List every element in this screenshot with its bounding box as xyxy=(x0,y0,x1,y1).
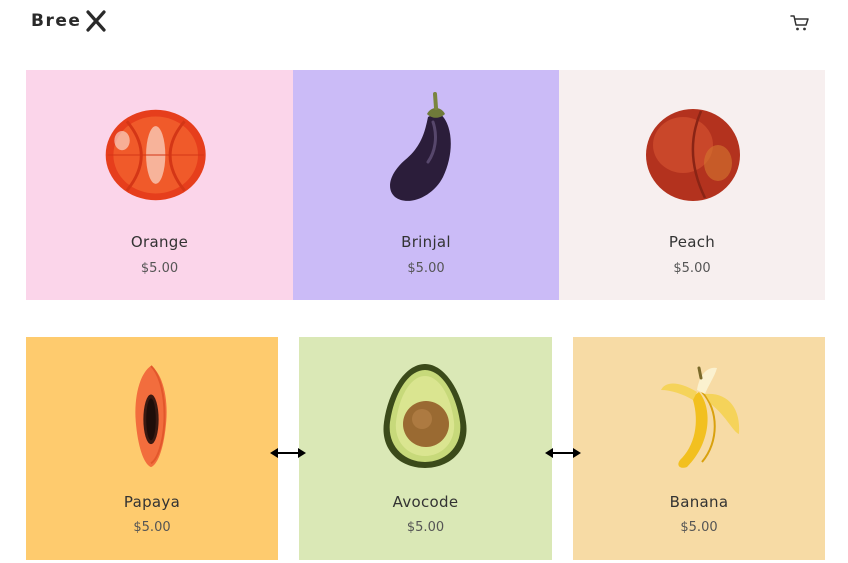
papaya-image xyxy=(135,365,167,468)
product-name: Brinjal xyxy=(401,233,451,251)
product-card-peach[interactable]: Peach $5.00 xyxy=(559,70,825,300)
product-price: $5.00 xyxy=(133,520,171,535)
orange-image xyxy=(105,109,206,201)
product-card-banana[interactable]: Banana $5.00 xyxy=(573,337,825,560)
avocado-image xyxy=(383,364,467,468)
product-card-avocado[interactable]: Avocode $5.00 xyxy=(299,337,552,560)
cart-icon[interactable] xyxy=(790,14,810,32)
brand-logo[interactable]: Bree xyxy=(31,10,107,32)
product-card-orange[interactable]: Orange $5.00 xyxy=(26,70,293,300)
double-arrow-horizontal-icon[interactable] xyxy=(544,446,582,460)
product-price: $5.00 xyxy=(407,261,445,276)
product-card-papaya[interactable]: Papaya $5.00 xyxy=(26,337,278,560)
banana-image xyxy=(661,366,740,468)
product-price: $5.00 xyxy=(406,520,445,535)
product-price: $5.00 xyxy=(140,261,179,276)
brand-name: Bree xyxy=(31,11,82,31)
product-price: $5.00 xyxy=(680,520,718,535)
product-price: $5.00 xyxy=(673,261,711,276)
peach-image xyxy=(646,109,740,201)
product-name: Peach xyxy=(668,233,716,251)
product-card-brinjal[interactable]: Brinjal $5.00 xyxy=(293,70,559,300)
header: Bree xyxy=(0,0,848,50)
product-name: Avocode xyxy=(392,493,459,511)
x-mark-icon xyxy=(86,10,107,32)
product-name: Banana xyxy=(669,493,729,511)
product-name: Orange xyxy=(130,233,189,251)
product-name: Papaya xyxy=(123,493,181,511)
brinjal-image xyxy=(390,92,451,201)
double-arrow-horizontal-icon[interactable] xyxy=(269,446,307,460)
